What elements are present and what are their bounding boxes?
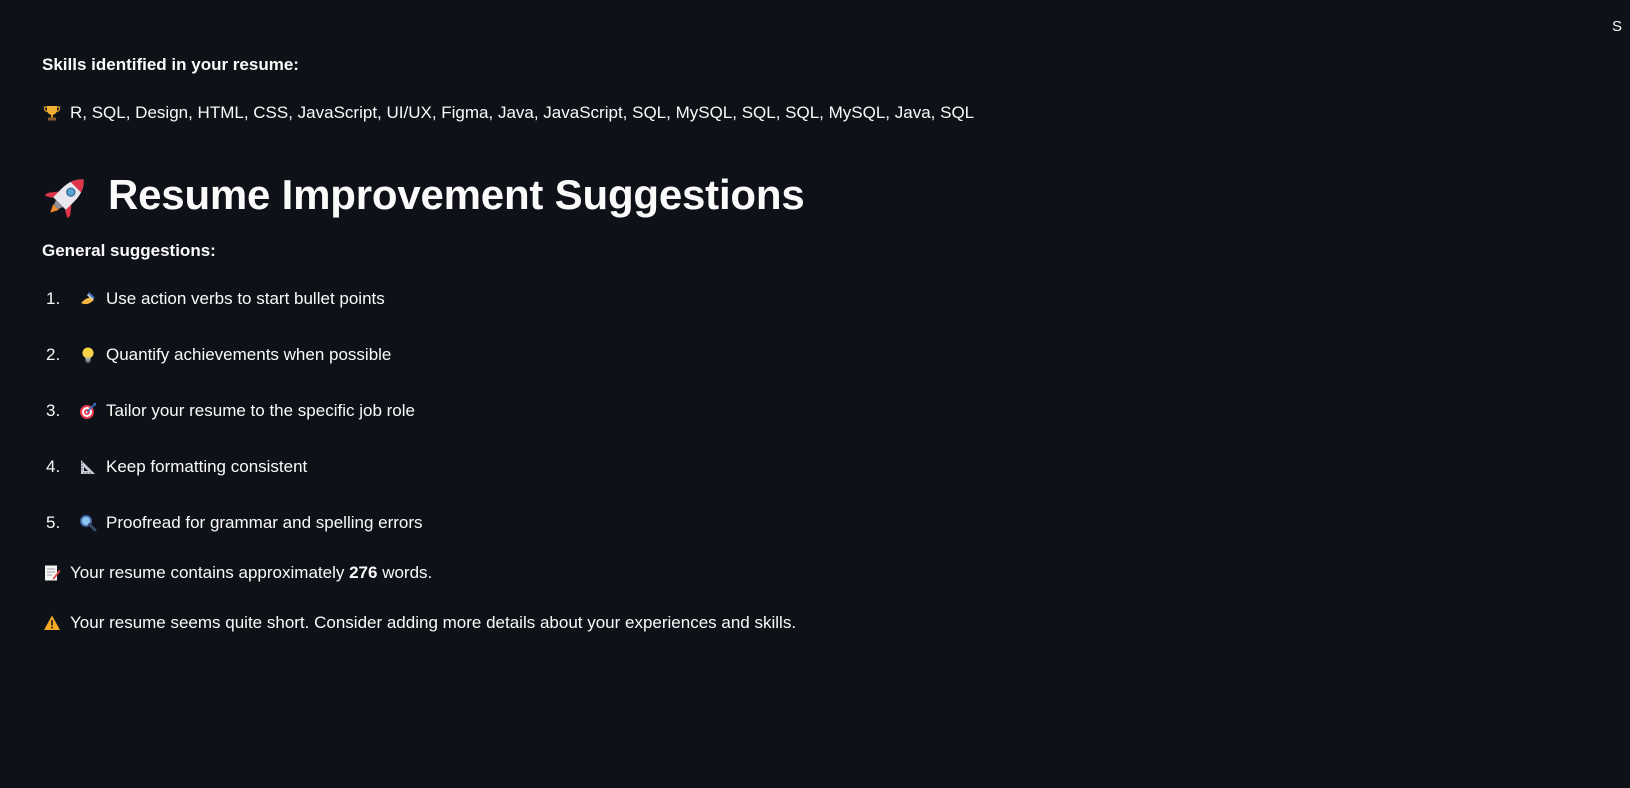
top-right-text: S bbox=[1611, 18, 1622, 35]
word-count-suffix: words. bbox=[382, 563, 433, 582]
triangular-ruler-icon bbox=[78, 457, 98, 477]
warning-text: Your resume seems quite short. Consider … bbox=[70, 613, 797, 632]
general-suggestions-label: General suggestions: bbox=[42, 241, 216, 260]
word-count-value: 276 bbox=[349, 563, 378, 582]
list-number: 3. bbox=[46, 401, 61, 420]
word-count-prefix: Your resume contains approximately bbox=[70, 563, 345, 582]
list-item: 2. Quantify achievements when possible bbox=[42, 342, 1442, 368]
warning-line: Your resume seems quite short. Consider … bbox=[42, 610, 1442, 636]
list-item: 1. Use action verbs to start bullet poin… bbox=[42, 286, 1442, 312]
suggestions-heading: Resume Improvement Suggestions bbox=[42, 166, 1442, 224]
app-main: S Skills identified in your resume: R, S… bbox=[0, 0, 1630, 788]
trophy-icon bbox=[42, 103, 62, 123]
list-item: 4. Keep formatting consistent bbox=[42, 454, 1442, 480]
light-bulb-icon bbox=[78, 345, 98, 365]
list-item: 3. Tailor your resume to the specific jo… bbox=[42, 398, 1442, 424]
rocket-icon bbox=[42, 169, 94, 221]
memo-icon bbox=[42, 563, 62, 583]
list-item-text: Quantify achievements when possible bbox=[106, 345, 392, 364]
list-number: 5. bbox=[46, 513, 61, 532]
list-item-text: Proofread for grammar and spelling error… bbox=[106, 513, 423, 532]
list-item-text: Tailor your resume to the specific job r… bbox=[106, 401, 415, 420]
skills-text: R, SQL, Design, HTML, CSS, JavaScript, U… bbox=[70, 103, 975, 122]
page-title: Resume Improvement Suggestions bbox=[108, 171, 805, 218]
list-number: 4. bbox=[46, 457, 61, 476]
target-icon bbox=[78, 401, 98, 421]
list-item-text: Keep formatting consistent bbox=[106, 457, 308, 476]
suggestions-list: 1. Use action verbs to start bullet poin… bbox=[42, 286, 1442, 536]
list-number: 1. bbox=[46, 289, 61, 308]
writing-hand-icon bbox=[78, 289, 98, 309]
warning-icon bbox=[42, 613, 62, 633]
list-number: 2. bbox=[46, 345, 61, 364]
skills-label: Skills identified in your resume: bbox=[42, 55, 299, 74]
list-item: 5. Proofread for grammar and spelling er… bbox=[42, 510, 1442, 536]
skills-list: R, SQL, Design, HTML, CSS, JavaScript, U… bbox=[42, 100, 1442, 126]
list-item-text: Use action verbs to start bullet points bbox=[106, 289, 385, 308]
content-area: Skills identified in your resume: R, SQL… bbox=[42, 52, 1442, 636]
magnifying-glass-icon bbox=[78, 513, 98, 533]
word-count-line: Your resume contains approximately 276 w… bbox=[42, 560, 1442, 586]
